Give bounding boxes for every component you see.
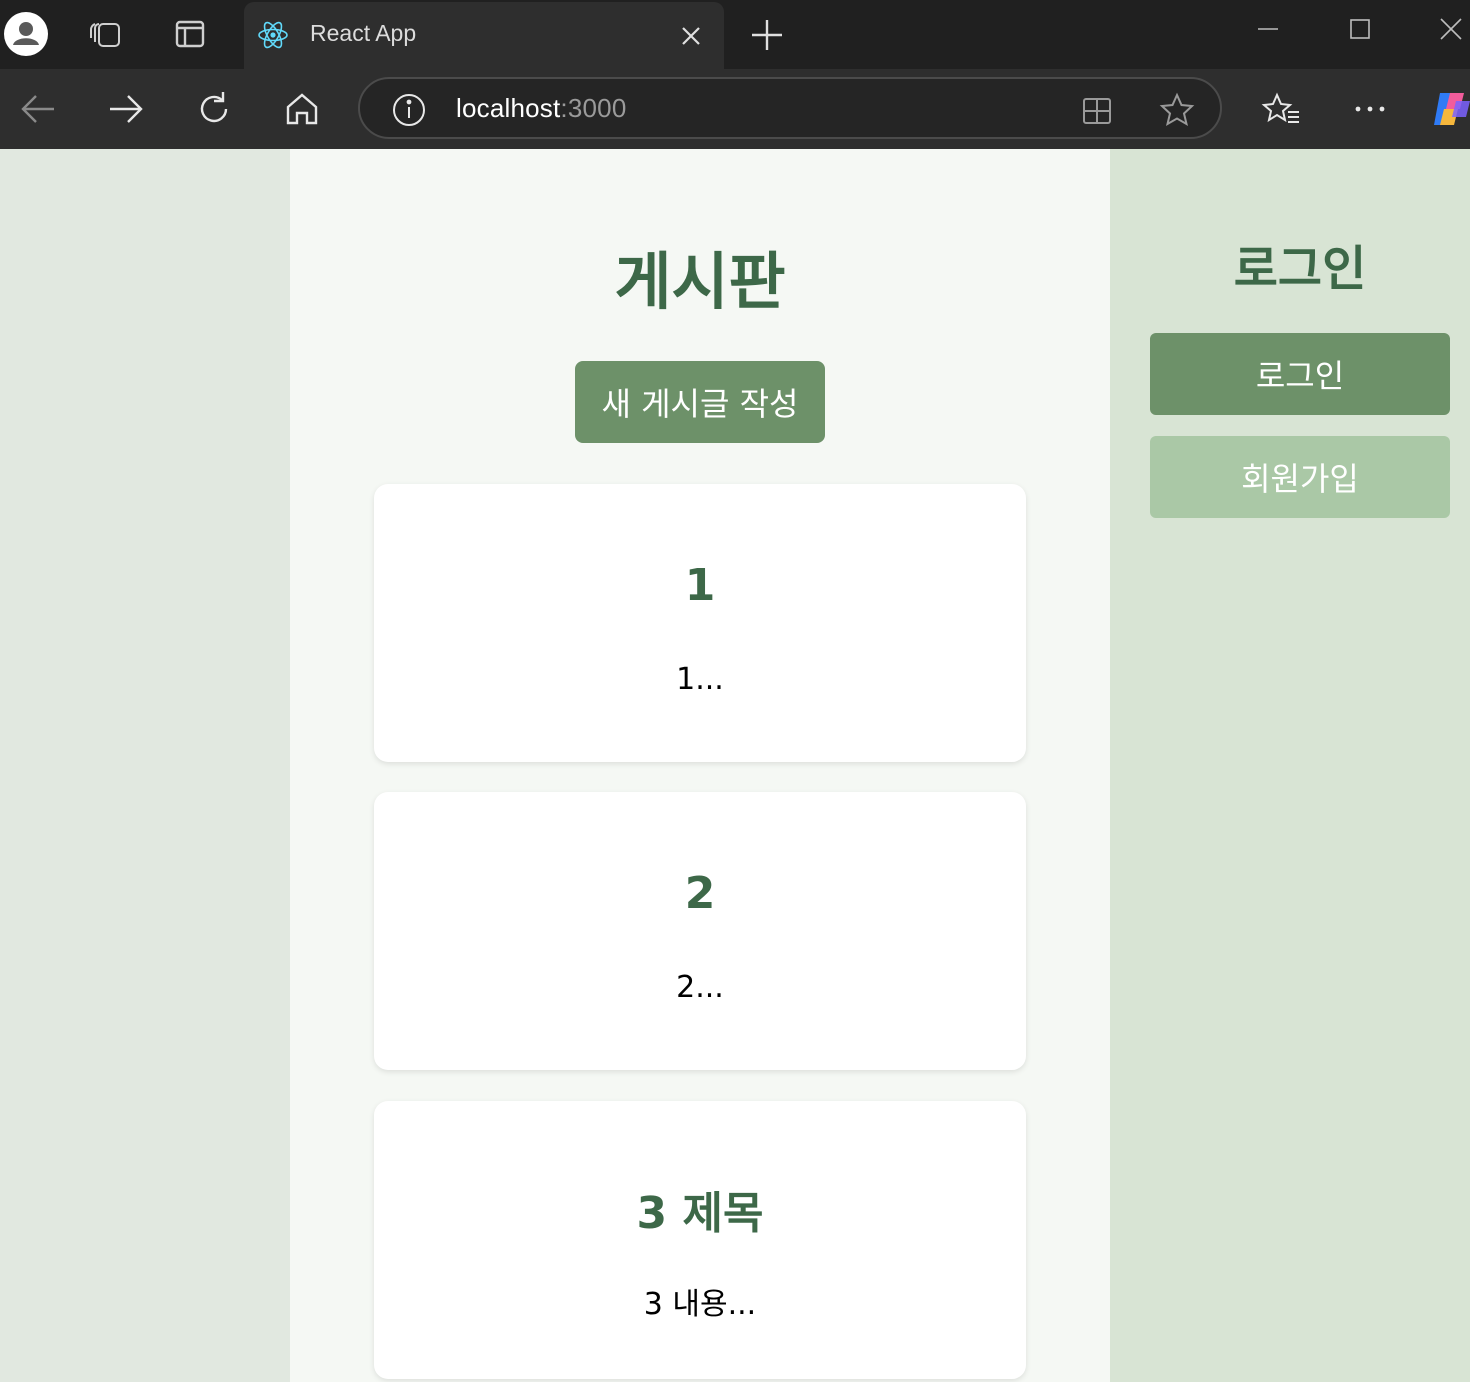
auth-sidebar: 로그인 로그인 회원가입 [1110,149,1470,1382]
post-title: 2 [684,868,716,919]
post-excerpt: 1... [676,662,724,697]
post-title: 3 제목 [636,1188,764,1239]
profile-avatar-icon[interactable] [4,12,48,56]
tab-title: React App [310,20,417,46]
back-arrow-icon[interactable] [16,87,60,131]
home-icon[interactable] [280,87,324,131]
tab-strip: React App [0,0,1470,69]
active-tab[interactable]: React App [244,2,724,69]
post-title: 1 [684,560,716,611]
refresh-icon[interactable] [192,87,236,131]
login-heading: 로그인 [1233,241,1367,297]
post-card[interactable]: 1 1... [374,484,1026,762]
new-post-button[interactable]: 새 게시글 작성 [575,361,825,443]
post-excerpt: 3 내용... [643,1287,757,1322]
post-card[interactable]: 2 2... [374,792,1026,1070]
post-card[interactable]: 3 제목 3 내용... [374,1101,1026,1379]
page-viewport: 게시판 새 게시글 작성 1 1... 2 2... 3 제목 3 내용... … [0,149,1470,1382]
maximize-icon[interactable] [1340,12,1380,48]
forward-arrow-icon[interactable] [104,87,148,131]
address-bar[interactable]: localhost:3000 [358,77,1222,139]
close-tab-icon[interactable] [678,23,704,49]
favorites-icon[interactable] [1260,87,1304,131]
close-window-icon[interactable] [1430,12,1470,48]
page-title: 게시판 [614,245,786,318]
browser-toolbar: localhost:3000 [0,69,1470,149]
vertical-tabs-icon[interactable] [168,12,212,56]
site-info-icon[interactable] [390,91,428,129]
signup-button[interactable]: 회원가입 [1150,436,1450,518]
login-button[interactable]: 로그인 [1150,333,1450,415]
add-favorite-star-icon[interactable] [1158,91,1196,129]
more-options-icon[interactable] [1348,87,1392,131]
post-excerpt: 2... [676,970,724,1005]
split-screen-icon[interactable] [1078,91,1116,129]
copilot-icon[interactable] [1430,87,1470,131]
new-tab-plus-icon[interactable] [746,14,788,56]
minimize-icon[interactable] [1248,12,1288,48]
board-section: 게시판 새 게시글 작성 1 1... 2 2... 3 제목 3 내용... [290,149,1110,1382]
react-logo-icon [256,18,290,52]
workspaces-icon[interactable] [84,12,128,56]
url-text[interactable]: localhost:3000 [456,93,627,124]
